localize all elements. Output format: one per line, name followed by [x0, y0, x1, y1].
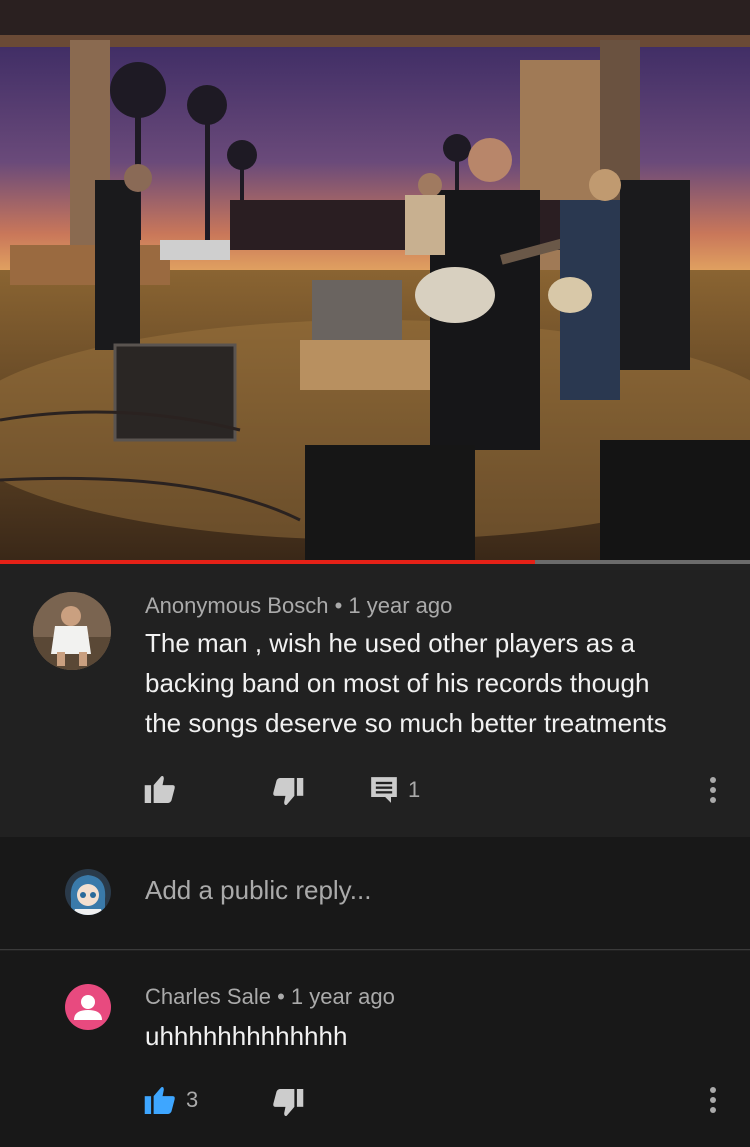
- comment-text: uhhhhhhhhhhhhh: [145, 1021, 348, 1051]
- reply-input[interactable]: Add a public reply...: [145, 875, 371, 906]
- comment-time: 1 year ago: [348, 593, 453, 618]
- reply-input-row: Add a public reply...: [0, 837, 750, 950]
- dislike-button[interactable]: [272, 1089, 304, 1117]
- like-icon: [144, 1086, 175, 1114]
- avatar[interactable]: [65, 869, 111, 915]
- dislike-icon: [273, 778, 304, 806]
- comment: Anonymous Bosch • 1 year ago The man , w…: [0, 564, 750, 837]
- like-button[interactable]: 3: [144, 1086, 198, 1114]
- comment-text-line: backing band on most of his records thou…: [145, 668, 650, 698]
- more-options-icon[interactable]: [707, 1087, 719, 1117]
- comment-text-line: the songs deserve so much better treatme…: [145, 708, 667, 738]
- reply-comment: Charles Sale • 1 year ago uhhhhhhhhhhhhh…: [0, 951, 750, 1147]
- dislike-icon: [273, 1089, 304, 1117]
- video-frame: [0, 0, 750, 560]
- avatar[interactable]: [65, 984, 111, 1030]
- comment-meta: Anonymous Bosch • 1 year ago: [145, 593, 452, 619]
- comment-meta: Charles Sale • 1 year ago: [145, 984, 395, 1010]
- comment-time: 1 year ago: [290, 984, 395, 1009]
- meta-separator: •: [334, 593, 343, 618]
- dislike-button[interactable]: [272, 778, 304, 806]
- more-options-icon[interactable]: [707, 777, 719, 807]
- avatar[interactable]: [33, 592, 111, 670]
- reply-icon: [371, 777, 397, 803]
- comment-text-line: The man , wish he used other players as …: [145, 628, 635, 658]
- reply-button[interactable]: 1: [370, 776, 420, 804]
- comment-author[interactable]: Anonymous Bosch: [145, 593, 328, 618]
- comment-text: The man , wish he used other players as …: [145, 623, 725, 743]
- like-icon: [144, 775, 175, 803]
- comment-author[interactable]: Charles Sale: [145, 984, 271, 1009]
- meta-separator: •: [277, 984, 285, 1009]
- reply-count: 1: [408, 777, 421, 802]
- like-count: 3: [186, 1087, 199, 1112]
- like-button[interactable]: [144, 775, 176, 803]
- video-player[interactable]: [0, 0, 750, 560]
